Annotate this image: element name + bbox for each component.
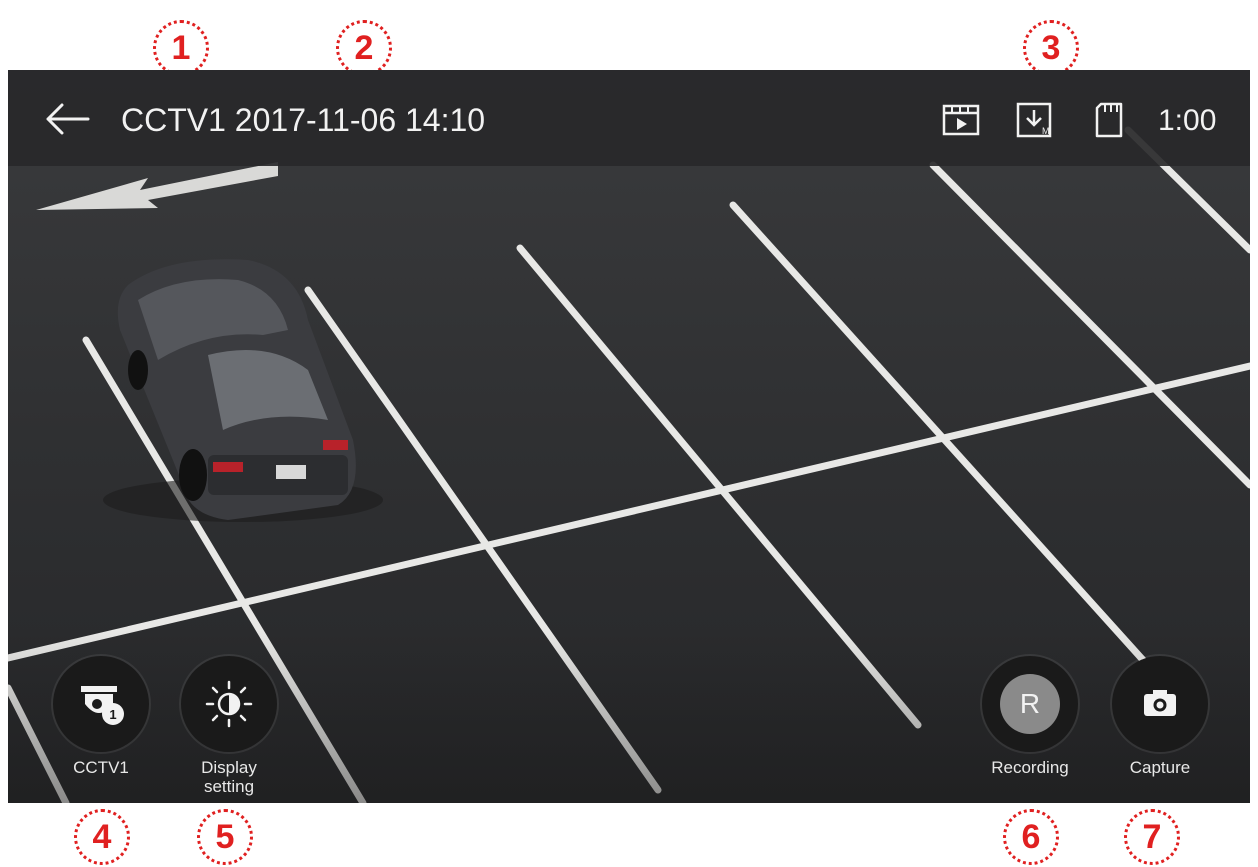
callout-3: 3 — [1023, 20, 1079, 76]
cctv-badge: 1 — [109, 707, 116, 722]
svg-text:M: M — [1042, 126, 1050, 136]
cctv-select-control[interactable]: 1 CCTV1 — [46, 656, 156, 777]
display-setting-label: Display setting — [174, 758, 284, 796]
brightness-icon — [205, 680, 253, 728]
record-indicator: R — [1000, 674, 1060, 734]
display-label-line1: Display — [201, 758, 257, 777]
camera-title: CCTV1 2017-11-06 14:10 — [121, 102, 486, 138]
callout-7: 7 — [1124, 809, 1180, 865]
recording-time: 1:00 — [1158, 104, 1217, 137]
cctv-camera-icon: 1 — [81, 686, 124, 725]
capture-button[interactable] — [1112, 656, 1208, 752]
camera-icon — [1144, 690, 1176, 716]
capture-label: Capture — [1129, 758, 1191, 777]
callout-6: 6 — [1003, 809, 1059, 865]
cctv-button[interactable]: 1 — [53, 656, 149, 752]
callout-5: 5 — [197, 809, 253, 865]
recording-label: Recording — [991, 758, 1069, 777]
recording-button[interactable]: R — [982, 656, 1078, 752]
display-setting-button[interactable] — [181, 656, 277, 752]
top-bar: CCTV1 2017-11-06 14:10 M 1:00 — [8, 70, 1250, 166]
record-letter: R — [1019, 688, 1041, 719]
display-setting-control[interactable]: Display setting — [174, 656, 284, 796]
callout-2: 2 — [336, 20, 392, 76]
callout-4: 4 — [74, 809, 130, 865]
recording-control[interactable]: R Recording — [975, 656, 1085, 777]
download-icon[interactable]: M — [1015, 100, 1055, 140]
callout-1: 1 — [153, 20, 209, 76]
sd-card-icon — [1095, 102, 1123, 138]
video-playback-icon[interactable] — [941, 100, 981, 140]
display-label-line2: setting — [203, 777, 255, 796]
capture-control[interactable]: Capture — [1105, 656, 1215, 777]
cctv-label: CCTV1 — [73, 758, 129, 777]
back-arrow-icon[interactable] — [44, 102, 90, 136]
cctv-viewer-screen: CCTV1 2017-11-06 14:10 M 1:00 1 CCTV1 Di… — [8, 70, 1250, 803]
